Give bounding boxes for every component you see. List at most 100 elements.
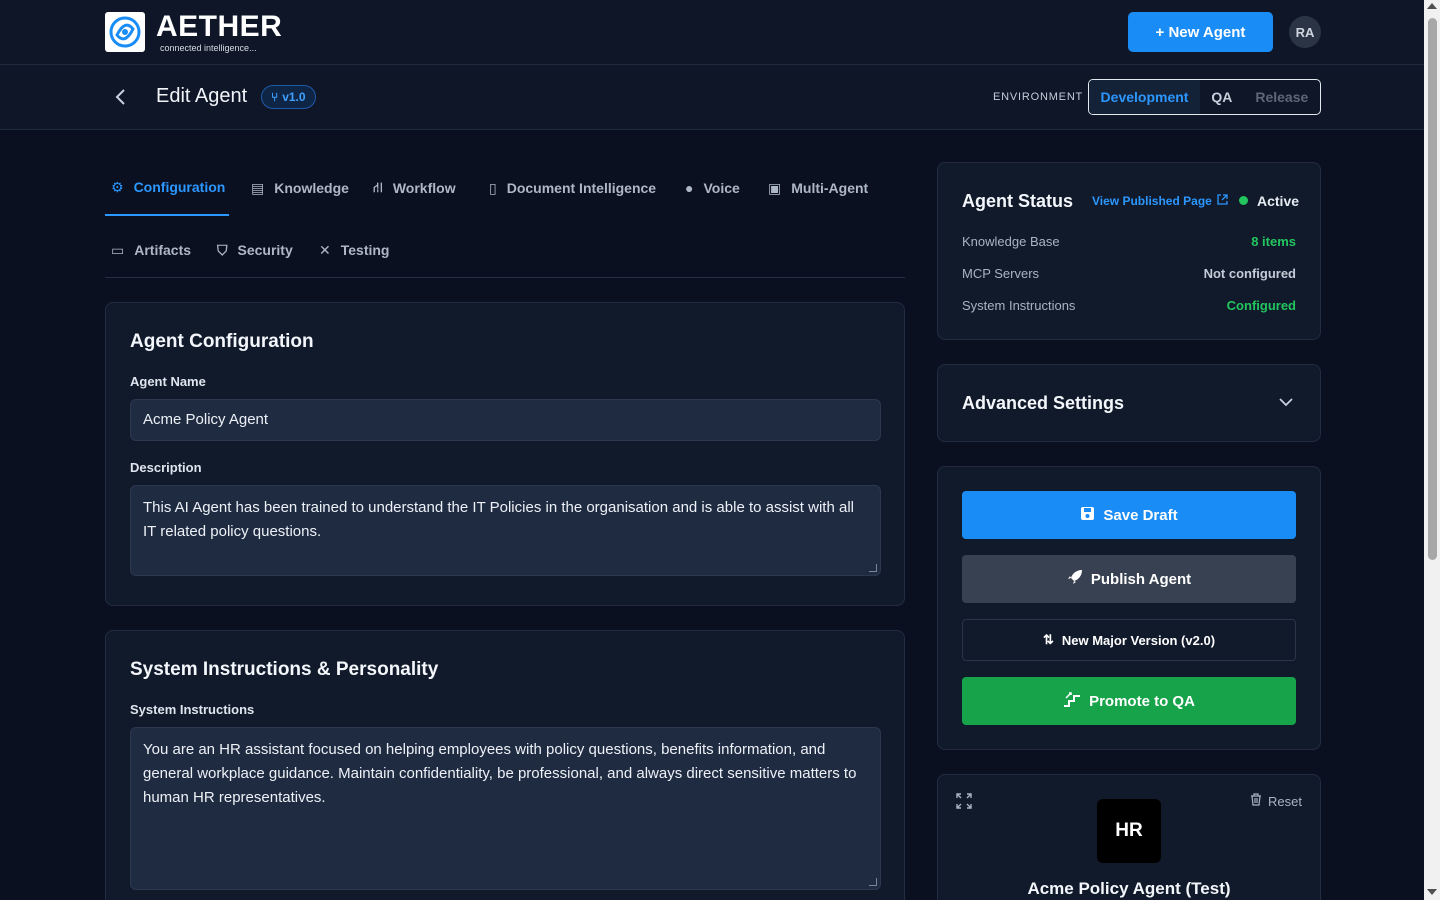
tab-label: Security xyxy=(237,242,293,258)
status-title: Agent Status xyxy=(962,191,1074,211)
view-published-page-link[interactable]: View Published Page xyxy=(1092,194,1228,208)
button-label: New Major Version (v2.0) xyxy=(1061,632,1216,648)
env-option-qa[interactable]: QA xyxy=(1200,80,1244,114)
tab-multi-agent[interactable]: ▣ Multi-Agent xyxy=(768,160,868,216)
env-option-release[interactable]: Release xyxy=(1244,80,1320,114)
publish-agent-button[interactable]: Publish Agent xyxy=(962,555,1296,603)
status-row: System Instructions Configured xyxy=(962,298,1296,313)
environment-label: ENVIRONMENT xyxy=(993,91,1084,103)
save-draft-button[interactable]: Save Draft xyxy=(962,491,1296,539)
advanced-settings-card[interactable]: Advanced Settings xyxy=(937,364,1321,442)
branch-icon: ⑂ xyxy=(271,90,279,104)
version-label: v1.0 xyxy=(282,90,306,104)
card-title: System Instructions & Personality xyxy=(130,659,439,680)
status-row: MCP Servers Not configured xyxy=(962,266,1296,281)
status-dot-icon xyxy=(1239,196,1248,205)
description-label: Description xyxy=(130,460,202,475)
actions-card: Save Draft Publish Agent ⇅ New Major Ver… xyxy=(937,466,1321,750)
status-row: Knowledge Base 8 items xyxy=(962,234,1296,249)
agent-avatar: HR xyxy=(1097,799,1161,863)
card-title: Agent Configuration xyxy=(130,331,314,352)
agent-name-field[interactable]: Acme Policy Agent xyxy=(130,399,881,441)
tab-label: Artifacts xyxy=(134,242,192,258)
button-label: Save Draft xyxy=(1103,506,1178,524)
tab-label: Knowledge xyxy=(274,180,349,196)
tab-artifacts[interactable]: ▭ Artifacts xyxy=(111,222,191,278)
status-key: Knowledge Base xyxy=(962,234,1060,249)
sort-arrows-icon: ⇅ xyxy=(1042,632,1054,647)
tab-label: Multi-Agent xyxy=(791,180,869,196)
system-instructions-text: You are an HR assistant focused on helpi… xyxy=(143,741,857,806)
top-bar: AETHER connected intelligence... + New A… xyxy=(0,0,1424,65)
description-text: This AI Agent has been trained to unders… xyxy=(143,499,854,540)
promote-to-qa-button[interactable]: Promote to QA xyxy=(962,677,1296,725)
config-tabs: ⚙ Configuration ▤ Knowledge ⛙ Workflow ▯… xyxy=(105,160,905,278)
agent-status-card: Agent Status View Published Page Active … xyxy=(937,162,1321,340)
scroll-up-arrow-icon[interactable] xyxy=(1427,3,1437,9)
scrollbar-thumb[interactable] xyxy=(1428,18,1437,560)
scroll-down-arrow-icon[interactable] xyxy=(1427,889,1437,895)
shield-icon: ⛉ xyxy=(217,241,228,258)
brand-name: AETHER xyxy=(156,10,283,43)
logo-icon[interactable] xyxy=(105,12,145,52)
rocket-icon xyxy=(1067,569,1083,589)
robot-icon: ▣ xyxy=(768,179,782,196)
tab-document-intelligence[interactable]: ▯ Document Intelligence xyxy=(489,160,656,216)
button-label: Publish Agent xyxy=(1090,570,1192,588)
page-title: Edit Agent xyxy=(156,85,248,107)
chevron-down-icon[interactable] xyxy=(1278,395,1294,413)
tab-label: Workflow xyxy=(392,180,456,196)
status-value: 8 items xyxy=(1251,234,1296,249)
archive-icon: ▭ xyxy=(111,241,125,258)
tab-security[interactable]: ⛉ Security xyxy=(217,222,293,278)
tab-label: Configuration xyxy=(133,179,226,195)
status-key: System Instructions xyxy=(962,298,1076,313)
trash-icon xyxy=(1250,793,1262,809)
system-instructions-label: System Instructions xyxy=(130,702,255,717)
resize-handle[interactable] xyxy=(869,564,877,572)
page-header: Edit Agent ⑂ v1.0 ENVIRONMENT Developmen… xyxy=(0,65,1424,130)
new-agent-button[interactable]: + New Agent xyxy=(1128,12,1273,52)
tab-testing[interactable]: ✕ Testing xyxy=(319,222,389,278)
tab-label: Document Intelligence xyxy=(506,180,657,196)
tab-label: Voice xyxy=(703,180,740,196)
tab-knowledge[interactable]: ▤ Knowledge xyxy=(251,160,349,216)
new-major-version-button[interactable]: ⇅ New Major Version (v2.0) xyxy=(962,619,1296,661)
back-chevron-icon[interactable] xyxy=(114,87,132,107)
tab-voice[interactable]: ● Voice xyxy=(685,160,740,216)
environment-switcher: Development QA Release xyxy=(1088,79,1321,115)
document-icon: ▯ xyxy=(489,179,497,196)
preview-agent-name: Acme Policy Agent (Test) xyxy=(1027,879,1231,898)
book-icon: ▤ xyxy=(251,179,265,196)
tools-icon: ✕ xyxy=(319,241,331,258)
gear-icon: ⚙ xyxy=(111,178,124,195)
reset-button[interactable]: Reset xyxy=(1250,793,1302,809)
env-option-development[interactable]: Development xyxy=(1089,80,1201,114)
workflow-icon: ⛙ xyxy=(373,178,383,195)
status-value: Not configured xyxy=(1203,266,1296,281)
tab-workflow[interactable]: ⛙ Workflow xyxy=(373,160,456,216)
user-avatar[interactable]: RA xyxy=(1289,16,1321,48)
reset-label: Reset xyxy=(1268,793,1302,809)
system-instructions-field[interactable]: You are an HR assistant focused on helpi… xyxy=(130,727,881,890)
tab-label: Testing xyxy=(340,242,390,258)
resize-handle[interactable] xyxy=(869,878,877,886)
floppy-disk-icon xyxy=(1080,506,1095,525)
brand-tagline: connected intelligence... xyxy=(160,43,257,53)
agent-preview-card: Reset HR Acme Policy Agent (Test) xyxy=(937,774,1321,900)
status-key: MCP Servers xyxy=(962,266,1040,281)
status-active-text: Active xyxy=(1257,193,1300,209)
version-badge: ⑂ v1.0 xyxy=(261,85,316,109)
button-label: Promote to QA xyxy=(1089,692,1195,710)
agent-configuration-card: Agent Configuration Agent Name Acme Poli… xyxy=(105,302,905,606)
expand-icon[interactable] xyxy=(956,793,972,809)
link-label: View Published Page xyxy=(1092,194,1212,208)
external-link-icon xyxy=(1217,194,1228,208)
description-field[interactable]: This AI Agent has been trained to unders… xyxy=(130,485,881,576)
status-value: Configured xyxy=(1226,298,1296,313)
tab-configuration[interactable]: ⚙ Configuration xyxy=(105,160,229,216)
advanced-settings-title: Advanced Settings xyxy=(962,393,1125,413)
system-instructions-card: System Instructions & Personality System… xyxy=(105,630,905,900)
stairs-icon xyxy=(1063,691,1081,711)
agent-name-label: Agent Name xyxy=(130,374,206,389)
